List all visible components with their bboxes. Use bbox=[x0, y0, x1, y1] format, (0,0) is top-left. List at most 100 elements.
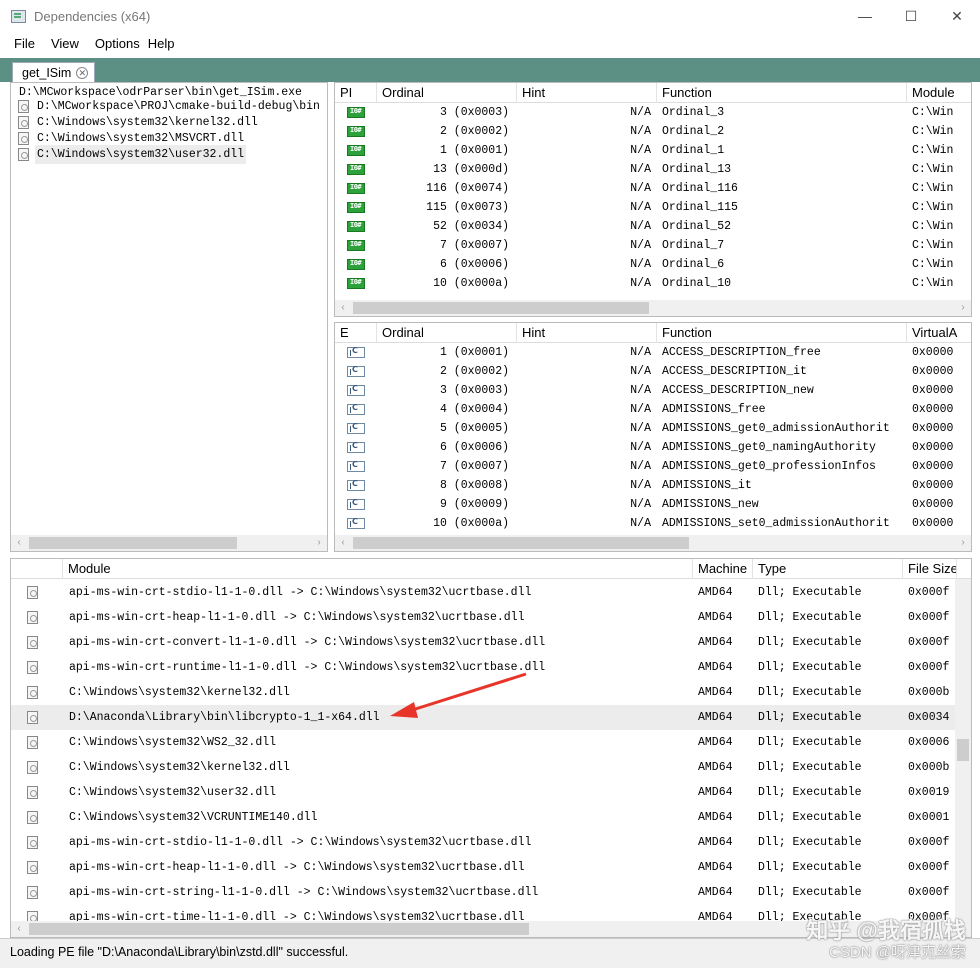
col-type[interactable]: Type bbox=[753, 559, 903, 579]
menu-options[interactable]: Options bbox=[87, 32, 144, 56]
file-size-cell: 0x000f bbox=[908, 611, 950, 624]
col-virtual-address[interactable]: VirtualA bbox=[907, 323, 971, 343]
import-row[interactable]: 2 (0x0002) N/A Ordinal_2 C:\Win bbox=[335, 122, 971, 141]
scroll-left-icon[interactable]: ‹ bbox=[335, 300, 351, 316]
module-row[interactable]: C:\Windows\system32\VCRUNTIME140.dll AMD6… bbox=[11, 805, 955, 830]
col-hint[interactable]: Hint bbox=[517, 83, 657, 103]
module-file-icon bbox=[27, 636, 38, 649]
ordinal-cell: 4 (0x0004) bbox=[439, 403, 509, 416]
ordinal-cell: 3 (0x0003) bbox=[439, 106, 509, 119]
module-cell: C:\Win bbox=[912, 125, 954, 138]
menu-file[interactable]: File bbox=[6, 32, 43, 56]
imports-pane: PI Ordinal Hint Function Module 3 (0x000… bbox=[334, 82, 972, 317]
module-cell: api-ms-win-crt-stdio-l1-1-0.dll -> C:\Wi… bbox=[69, 836, 532, 849]
import-row[interactable]: 10 (0x000a) N/A Ordinal_10 C:\Win bbox=[335, 274, 971, 293]
machine-cell: AMD64 bbox=[698, 711, 733, 724]
exported-function-icon bbox=[347, 517, 365, 529]
type-cell: Dll; Executable bbox=[758, 761, 862, 774]
export-row[interactable]: 3 (0x0003) N/A ACCESS_DESCRIPTION_new 0x000… bbox=[335, 381, 971, 400]
col-module[interactable]: Module bbox=[907, 83, 971, 103]
col-ordinal[interactable]: Ordinal bbox=[377, 83, 517, 103]
col-machine[interactable]: Machine bbox=[693, 559, 753, 579]
module-row[interactable]: api-ms-win-crt-string-l1-1-0.dll -> C:\W… bbox=[11, 880, 955, 905]
import-row[interactable]: 1 (0x0001) N/A Ordinal_1 C:\Win bbox=[335, 141, 971, 160]
scroll-left-icon[interactable]: ‹ bbox=[11, 535, 27, 551]
exported-function-icon bbox=[347, 365, 365, 377]
tab-close-icon[interactable]: ✕ bbox=[76, 66, 89, 79]
col-function[interactable]: Function bbox=[657, 83, 907, 103]
tree-node-label: C:\Windows\system32\user32.dll bbox=[35, 145, 247, 164]
module-row[interactable]: api-ms-win-crt-stdio-l1-1-0.dll -> C:\Wi… bbox=[11, 580, 955, 605]
function-cell: ADMISSIONS_free bbox=[662, 403, 766, 416]
hint-cell: N/A bbox=[630, 106, 651, 119]
tree-node-selected[interactable]: C:\Windows\system32\user32.dll bbox=[11, 145, 327, 164]
scroll-thumb[interactable] bbox=[29, 923, 529, 935]
export-row[interactable]: 1 (0x0001) N/A ACCESS_DESCRIPTION_free 0x00… bbox=[335, 343, 971, 362]
module-row[interactable]: C:\Windows\system32\user32.dll AMD64 Dll; … bbox=[11, 780, 955, 805]
export-row[interactable]: 9 (0x0009) N/A ADMISSIONS_new 0x0000 bbox=[335, 495, 971, 514]
hint-cell: N/A bbox=[630, 163, 651, 176]
menu-help[interactable]: Help bbox=[144, 32, 183, 56]
col-file-size[interactable]: File Size bbox=[903, 559, 957, 579]
module-file-icon bbox=[27, 811, 38, 824]
scroll-thumb[interactable] bbox=[957, 739, 969, 761]
close-button[interactable]: ✕ bbox=[934, 0, 980, 32]
scroll-right-icon[interactable]: › bbox=[311, 535, 327, 551]
import-row[interactable]: 3 (0x0003) N/A Ordinal_3 C:\Win bbox=[335, 103, 971, 122]
imported-function-icon bbox=[347, 278, 365, 289]
col-e[interactable]: E bbox=[335, 323, 377, 343]
col-module[interactable]: Module bbox=[63, 559, 693, 579]
modules-vertical-scrollbar[interactable] bbox=[955, 579, 971, 921]
scroll-thumb[interactable] bbox=[353, 302, 649, 314]
export-row[interactable]: 8 (0x0008) N/A ADMISSIONS_it 0x0000 bbox=[335, 476, 971, 495]
exports-horizontal-scrollbar[interactable]: ‹ › bbox=[335, 535, 971, 551]
col-function[interactable]: Function bbox=[657, 323, 907, 343]
dependency-tree: D:\MCworkspace\odrParser\bin\get_ISim.ex… bbox=[10, 82, 328, 552]
module-row[interactable]: api-ms-win-crt-heap-l1-1-0.dll -> C:\Win… bbox=[11, 605, 955, 630]
scroll-thumb[interactable] bbox=[353, 537, 689, 549]
export-row[interactable]: 4 (0x0004) N/A ADMISSIONS_free 0x0000 bbox=[335, 400, 971, 419]
type-cell: Dll; Executable bbox=[758, 586, 862, 599]
ordinal-cell: 2 (0x0002) bbox=[439, 365, 509, 378]
tab-get-isim[interactable]: get_ISim ✕ bbox=[12, 62, 96, 82]
col-hint[interactable]: Hint bbox=[517, 323, 657, 343]
export-row[interactable]: 2 (0x0002) N/A ACCESS_DESCRIPTION_it 0x0000 bbox=[335, 362, 971, 381]
module-row[interactable]: api-ms-win-crt-convert-l1-1-0.dll -> C:\… bbox=[11, 630, 955, 655]
ordinal-cell: 6 (0x0006) bbox=[439, 441, 509, 454]
scroll-thumb[interactable] bbox=[29, 537, 237, 549]
status-text: Loading PE file "D:\Anaconda\Library\bin… bbox=[10, 945, 349, 959]
scroll-left-icon[interactable]: ‹ bbox=[11, 921, 27, 937]
machine-cell: AMD64 bbox=[698, 836, 733, 849]
export-row[interactable]: 10 (0x000a) N/A ADMISSIONS_set0_admissionA… bbox=[335, 514, 971, 533]
col-ordinal[interactable]: Ordinal bbox=[377, 323, 517, 343]
import-row[interactable]: 116 (0x0074) N/A Ordinal_116 C:\Win bbox=[335, 179, 971, 198]
scroll-right-icon[interactable]: › bbox=[955, 300, 971, 316]
tree-horizontal-scrollbar[interactable]: ‹ › bbox=[11, 535, 327, 551]
file-size-cell: 0x000f bbox=[908, 861, 950, 874]
import-row[interactable]: 13 (0x000d) N/A Ordinal_13 C:\Win bbox=[335, 160, 971, 179]
scroll-right-icon[interactable]: › bbox=[955, 535, 971, 551]
import-row[interactable]: 115 (0x0073) N/A Ordinal_115 C:\Win bbox=[335, 198, 971, 217]
scroll-left-icon[interactable]: ‹ bbox=[335, 535, 351, 551]
export-row[interactable]: 7 (0x0007) N/A ADMISSIONS_get0_professionI… bbox=[335, 457, 971, 476]
module-cell: api-ms-win-crt-heap-l1-1-0.dll -> C:\Win… bbox=[69, 611, 525, 624]
col-pi[interactable]: PI bbox=[335, 83, 377, 103]
import-row[interactable]: 6 (0x0006) N/A Ordinal_6 C:\Win bbox=[335, 255, 971, 274]
maximize-button[interactable]: ☐ bbox=[888, 0, 934, 32]
file-size-cell: 0x000b bbox=[908, 686, 950, 699]
module-row[interactable]: api-ms-win-crt-heap-l1-1-0.dll -> C:\Win… bbox=[11, 855, 955, 880]
export-row[interactable]: 5 (0x0005) N/A ADMISSIONS_get0_admissionAu… bbox=[335, 419, 971, 438]
export-row[interactable]: 6 (0x0006) N/A ADMISSIONS_get0_namingAutho… bbox=[335, 438, 971, 457]
module-row[interactable]: C:\Windows\system32\WS2_32.dll AMD64 Dll; … bbox=[11, 730, 955, 755]
module-row[interactable]: C:\Windows\system32\kernel32.dll AMD64 Dll… bbox=[11, 755, 955, 780]
module-row[interactable]: api-ms-win-crt-stdio-l1-1-0.dll -> C:\Wi… bbox=[11, 830, 955, 855]
imported-function-icon bbox=[347, 240, 365, 251]
col-icon[interactable] bbox=[11, 559, 63, 579]
module-cell: C:\Win bbox=[912, 220, 954, 233]
import-row[interactable]: 7 (0x0007) N/A Ordinal_7 C:\Win bbox=[335, 236, 971, 255]
imports-horizontal-scrollbar[interactable]: ‹ › bbox=[335, 300, 971, 316]
minimize-button[interactable]: — bbox=[842, 0, 888, 32]
machine-cell: AMD64 bbox=[698, 661, 733, 674]
menu-view[interactable]: View bbox=[43, 32, 87, 56]
import-row[interactable]: 52 (0x0034) N/A Ordinal_52 C:\Win bbox=[335, 217, 971, 236]
